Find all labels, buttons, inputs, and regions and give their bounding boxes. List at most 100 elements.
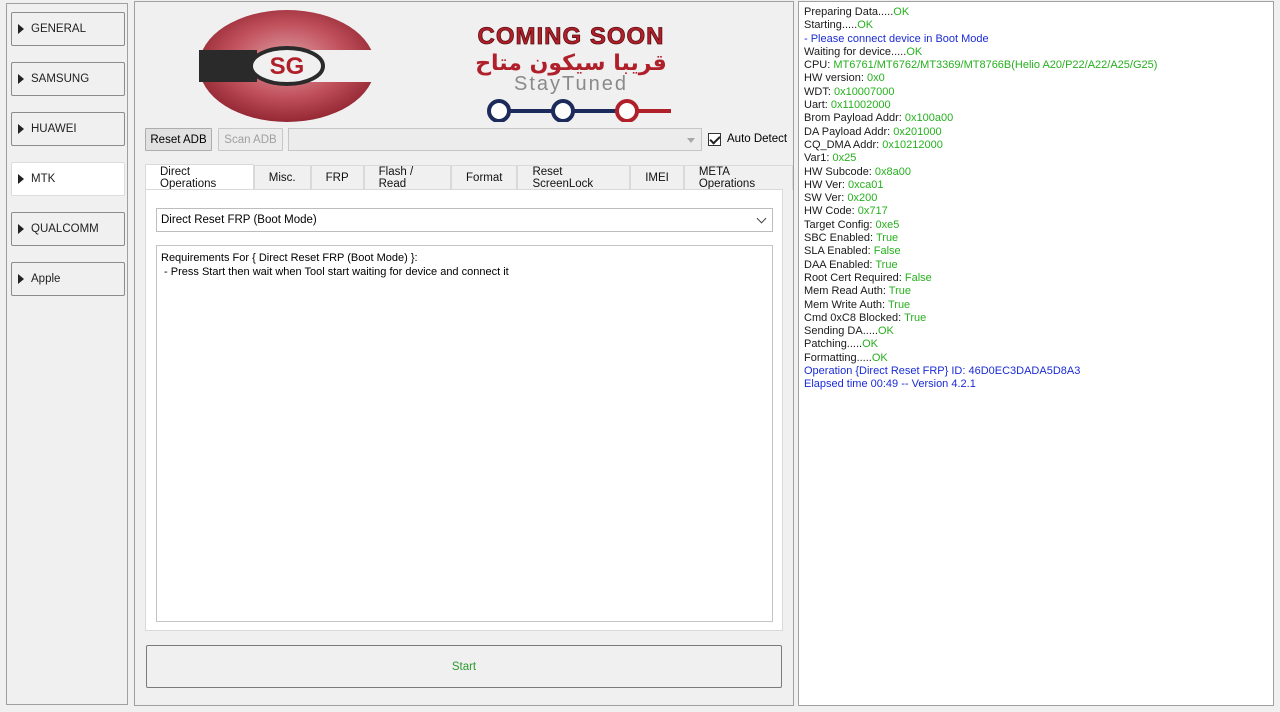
log-segment: Preparing Data..... (804, 6, 894, 18)
log-segment: SBC Enabled: (804, 232, 876, 245)
log-line: Waiting for device.....OK (804, 46, 1268, 59)
expand-arrow-icon (18, 274, 24, 284)
nav-item-label: Apple (31, 273, 61, 285)
logo-text: SG (270, 53, 305, 80)
log-segment: 0x10007000 (833, 85, 895, 98)
tab-misc[interactable]: Misc. (253, 165, 311, 190)
log-segment: 0x200 (847, 192, 878, 205)
nav-item-huawei[interactable]: HUAWEI (11, 112, 125, 146)
log-segment: True (887, 298, 911, 311)
log-segment: False (904, 271, 932, 284)
nav-item-apple[interactable]: Apple (11, 262, 125, 296)
nav-item-label: MTK (31, 173, 56, 185)
log-segment: Root Cert Required: (804, 271, 905, 284)
expand-arrow-icon (18, 174, 24, 184)
log-segment: Target Config: (804, 218, 876, 231)
log-segment: 0x0 (866, 72, 885, 85)
nav-item-general[interactable]: GENERAL (11, 12, 125, 46)
tab-meta-operations[interactable]: META Operations (683, 165, 793, 190)
log-segment: 0xca01 (848, 178, 884, 191)
log-segment: OK (893, 6, 910, 18)
tab-flash-read[interactable]: Flash / Read (363, 165, 452, 190)
log-segment: HW Ver: (804, 178, 849, 191)
auto-detect-label: Auto Detect (727, 133, 788, 145)
tab-direct-operations[interactable]: Direct Operations (145, 164, 254, 190)
log-line: - Please connect device in Boot Mode (804, 33, 1268, 46)
start-button[interactable]: Start (146, 645, 782, 688)
auto-detect-checkbox[interactable] (708, 133, 721, 146)
log-segment: True (875, 232, 899, 245)
operation-select[interactable]: Direct Reset FRP (Boot Mode) (156, 208, 773, 232)
operation-tabs: Direct Operations Misc. FRP Flash / Read… (145, 164, 793, 190)
log-segment: 0xe5 (875, 218, 900, 231)
expand-arrow-icon (18, 74, 24, 84)
nav-item-mtk[interactable]: MTK (11, 162, 125, 196)
log-line: HW version: 0x0 (804, 72, 1268, 85)
tab-frp[interactable]: FRP (310, 165, 364, 190)
log-segment: 0x100a00 (904, 112, 954, 125)
sg-logo: SG (199, 10, 387, 122)
nav-item-label: SAMSUNG (31, 73, 90, 85)
log-segment: HW Subcode: (804, 165, 875, 178)
log-segment: OK (871, 351, 888, 364)
log-line: DAA Enabled: True (804, 259, 1268, 272)
expand-arrow-icon (18, 24, 24, 34)
log-line: Target Config: 0xe5 (804, 219, 1268, 232)
log-segment: DA Payload Addr: (804, 125, 894, 138)
log-line: Elapsed time 00:49 -- Version 4.2.1 (804, 378, 1268, 391)
log-line: Sending DA.....OK (804, 325, 1268, 338)
banner-headline: COMING SOON (477, 23, 664, 50)
requirements-textbox[interactable]: Requirements For { Direct Reset FRP (Boo… (156, 245, 773, 622)
log-segment: OK (906, 45, 923, 58)
tab-imei[interactable]: IMEI (630, 165, 684, 190)
log-segment: Cmd 0xC8 Blocked: (804, 311, 905, 324)
expand-arrow-icon (18, 224, 24, 234)
log-segment: OK (862, 338, 878, 351)
nav-item-label: GENERAL (31, 23, 86, 35)
dropdown-arrow-icon (687, 138, 695, 143)
log-segment: False (873, 245, 901, 258)
log-line: Preparing Data.....OK (804, 6, 1268, 19)
log-line: HW Subcode: 0x8a00 (804, 166, 1268, 179)
log-segment: Uart: (804, 99, 831, 112)
port-select[interactable] (288, 128, 702, 151)
progress-dots-graphic (487, 99, 671, 122)
log-console[interactable]: Preparing Data.....OK Starting.....OK - P… (798, 1, 1274, 706)
log-segment: Sending DA..... (804, 325, 878, 338)
direct-operations-pane: Direct Reset FRP (Boot Mode) Requirement… (145, 189, 783, 631)
log-line: SBC Enabled: True (804, 232, 1268, 245)
chevron-down-icon (756, 213, 767, 224)
log-line: Mem Write Auth: True (804, 299, 1268, 312)
scan-adb-button[interactable]: Scan ADB (218, 128, 283, 151)
reset-adb-button[interactable]: Reset ADB (145, 128, 212, 151)
log-segment: Starting..... (804, 19, 858, 32)
nav-item-qualcomm[interactable]: QUALCOMM (11, 212, 125, 246)
log-segment: 0x25 (832, 152, 857, 165)
log-segment: CPU: (804, 59, 834, 72)
log-segment: True (875, 258, 898, 271)
log-segment: HW version: (804, 72, 867, 85)
operation-selected-value: Direct Reset FRP (Boot Mode) (161, 214, 317, 226)
log-segment: MT6761/MT6762/MT3369/MT8766B(Helio A20/P… (833, 59, 1158, 72)
tab-format[interactable]: Format (451, 165, 518, 190)
log-line: Uart: 0x11002000 (804, 99, 1268, 112)
log-line: CPU: MT6761/MT6762/MT3369/MT8766B(Helio … (804, 59, 1268, 72)
log-segment: 0x201000 (893, 125, 942, 138)
log-segment: Var1: (804, 152, 833, 165)
tab-reset-screenlock[interactable]: Reset ScreenLock (517, 165, 631, 190)
log-line: WDT: 0x10007000 (804, 86, 1268, 99)
log-segment: - Please connect device in Boot Mode (804, 32, 989, 45)
nav-item-samsung[interactable]: SAMSUNG (11, 62, 125, 96)
nav-item-label: QUALCOMM (31, 223, 99, 235)
log-segment: Waiting for device..... (804, 45, 907, 58)
log-segment: Brom Payload Addr: (804, 112, 905, 125)
log-line: Root Cert Required: False (804, 272, 1268, 285)
log-segment: Formatting..... (804, 351, 872, 364)
log-segment: 0x717 (857, 205, 888, 218)
log-segment: DAA Enabled: (804, 258, 876, 271)
log-segment: SW Ver: (804, 192, 848, 205)
log-segment: WDT: (804, 85, 834, 98)
log-segment: Patching..... (804, 338, 863, 351)
log-segment: 0x8a00 (874, 165, 912, 178)
coming-soon-banner: SG COMING SOON قريبا سيكون متاح StayTune… (199, 10, 671, 122)
